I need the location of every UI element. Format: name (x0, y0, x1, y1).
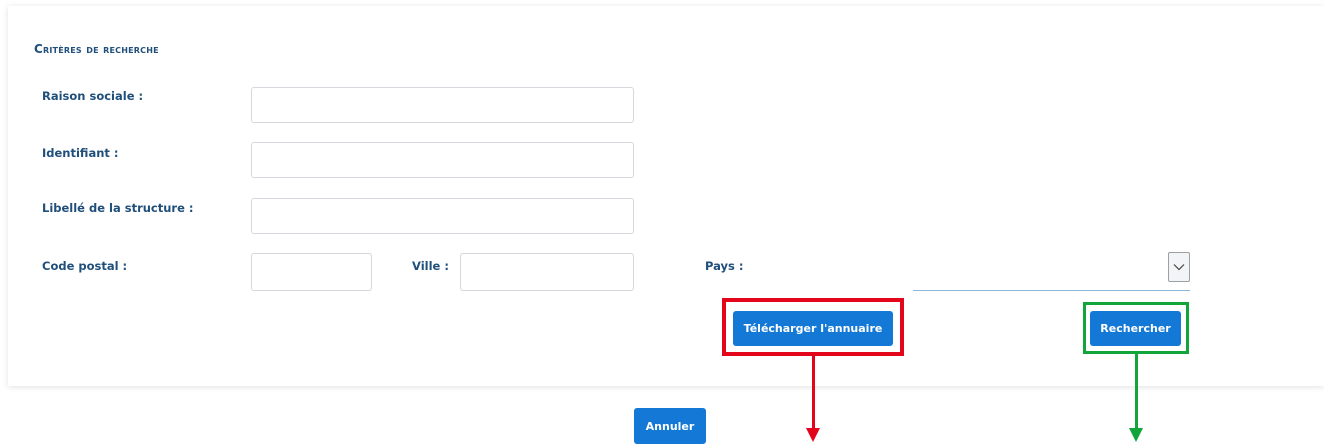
identifiant-input[interactable] (251, 142, 634, 178)
red-arrow-line (812, 356, 815, 430)
pays-select[interactable] (913, 252, 1190, 291)
libelle-structure-input[interactable] (251, 198, 634, 234)
green-arrow-line (1135, 354, 1138, 430)
ville-input[interactable] (460, 253, 634, 291)
code-postal-label: Code postal : (42, 259, 128, 273)
section-title: Critères de recherche (34, 42, 159, 56)
code-postal-input[interactable] (251, 253, 372, 291)
telecharger-annuaire-button[interactable]: Télécharger l'annuaire (733, 311, 893, 346)
red-arrow-down-icon (806, 428, 820, 442)
ville-label: Ville : (412, 259, 449, 273)
green-arrow-down-icon (1129, 428, 1143, 442)
annuler-button[interactable]: Annuler (634, 408, 706, 444)
raison-sociale-label: Raison sociale : (42, 89, 144, 103)
identifiant-label: Identifiant : (42, 146, 119, 160)
libelle-structure-label: Libellé de la structure : (42, 201, 194, 215)
page: Critères de recherche Raison sociale : I… (0, 0, 1324, 444)
raison-sociale-input[interactable] (251, 87, 634, 123)
pays-label: Pays : (705, 259, 744, 273)
chevron-down-icon[interactable] (1168, 252, 1190, 282)
rechercher-button[interactable]: Rechercher (1090, 311, 1181, 346)
